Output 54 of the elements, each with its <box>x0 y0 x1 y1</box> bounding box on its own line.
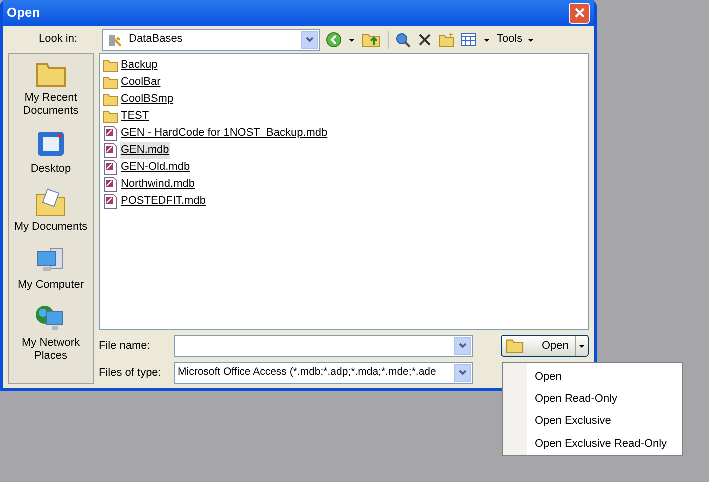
look-in-value: DataBases <box>129 32 183 48</box>
database-file-icon <box>103 160 119 176</box>
menu-item[interactable]: Open Exclusive Read-Only <box>527 432 668 455</box>
database-file-icon <box>103 142 119 158</box>
open-folder-icon <box>505 338 525 354</box>
tools-menu-button[interactable]: Tools <box>497 31 535 48</box>
places-bar-item[interactable]: My Computer <box>10 245 92 292</box>
dropdown-caret-icon[interactable] <box>578 342 586 350</box>
file-type-value: Microsoft Office Access (*.mdb;*.adp;*.mda;*.mde;*.ade <box>177 365 438 380</box>
close-button[interactable] <box>569 2 590 24</box>
file-list-item[interactable]: Northwind.mdb <box>120 176 196 193</box>
database-file-icon <box>103 126 119 142</box>
database-file-icon <box>103 194 119 210</box>
web-search-icon[interactable] <box>395 32 411 48</box>
file-list-item[interactable]: GEN - HardCode for 1NOST_Backup.mdb <box>120 125 329 142</box>
file-name-field[interactable] <box>174 335 473 357</box>
file-list-item[interactable]: CoolBar <box>120 74 162 91</box>
file-type-label: Files of type: <box>99 366 162 381</box>
file-list-item[interactable]: GEN.mdb <box>120 142 170 159</box>
dropdown-arrow-button[interactable] <box>454 337 471 355</box>
menu-item[interactable]: Open Exclusive <box>527 410 668 433</box>
open-button[interactable]: Open <box>501 335 589 357</box>
file-name-label: File name: <box>99 338 152 354</box>
look-in-label: Look in: <box>38 32 79 48</box>
menu-item[interactable]: Open Read-Only <box>527 388 668 410</box>
file-list-item[interactable]: CoolBSmp <box>120 91 175 108</box>
file-list-item[interactable]: POSTEDFIT.mdb <box>120 193 207 210</box>
file-list-item[interactable]: TEST <box>120 108 150 125</box>
places-bar-item[interactable]: My Documents <box>10 187 92 234</box>
file-list-item[interactable]: GEN-Old.mdb <box>120 159 192 176</box>
window-title: Open <box>7 4 40 22</box>
file-list-item[interactable]: Backup <box>120 57 159 74</box>
back-icon[interactable] <box>326 32 342 48</box>
menu-item[interactable]: Open <box>527 366 668 388</box>
folder-icon <box>103 110 119 124</box>
views-icon[interactable] <box>461 32 477 48</box>
look-in-dropdown[interactable]: DataBases <box>102 28 320 50</box>
dropdown-arrow-button[interactable] <box>454 364 471 382</box>
places-bar-item[interactable]: Desktop <box>10 129 92 176</box>
chevron-down-icon <box>306 36 314 44</box>
documents-folder-icon <box>35 187 67 219</box>
up-folder-icon[interactable] <box>362 32 382 48</box>
file-type-dropdown[interactable]: Microsoft Office Access (*.mdb;*.adp;*.mda;*.mde;*.ade <box>174 362 473 384</box>
dropdown-arrow-button[interactable] <box>301 30 318 48</box>
places-bar-item[interactable]: My Network Places <box>10 303 92 363</box>
places-bar-item[interactable]: My Recent Documents <box>10 58 92 118</box>
folder-icon <box>103 92 119 106</box>
delete-icon[interactable] <box>417 32 433 48</box>
database-file-icon <box>103 176 119 192</box>
close-icon <box>574 7 586 19</box>
chevron-down-icon <box>458 369 466 377</box>
folder-icon <box>103 58 119 72</box>
folder-icon <box>103 76 119 90</box>
chevron-down-icon <box>458 342 466 350</box>
